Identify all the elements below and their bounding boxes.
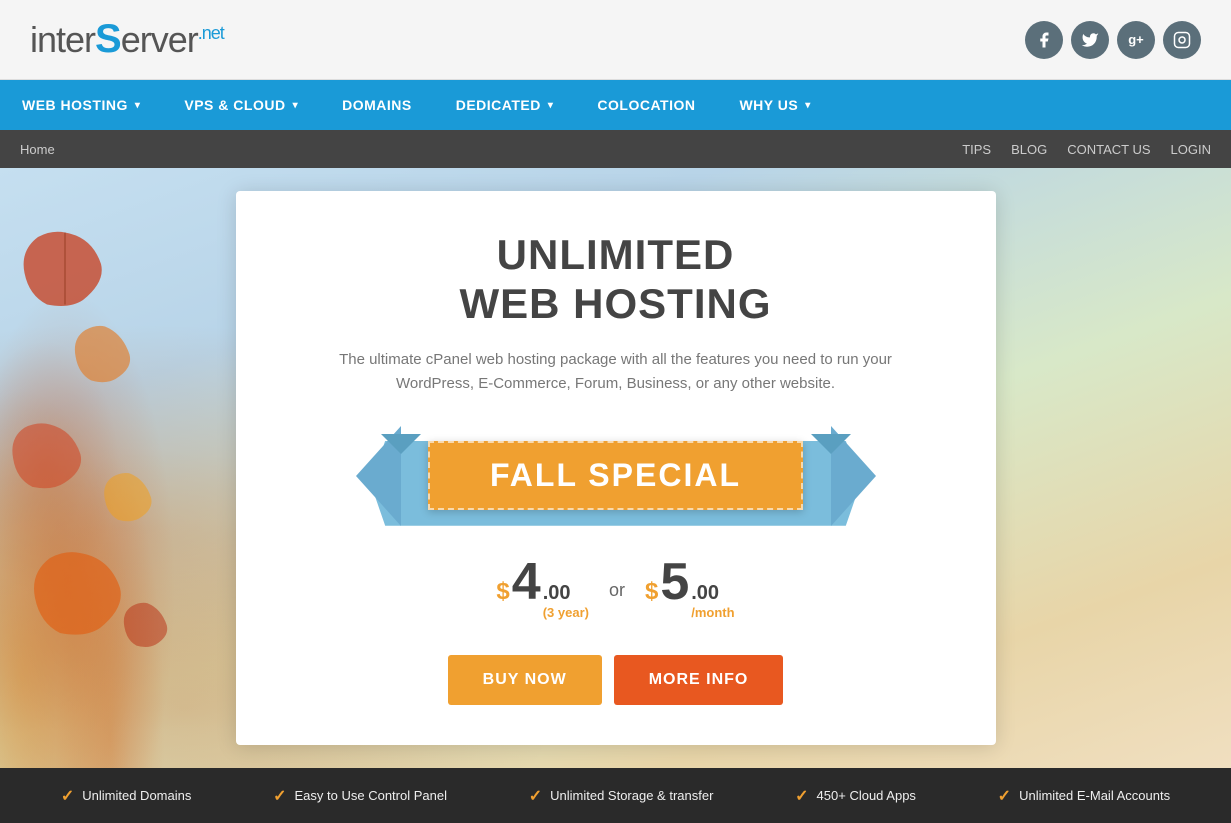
- nav-dedicated[interactable]: DEDICATED ▾: [434, 80, 576, 130]
- instagram-icon[interactable]: [1163, 21, 1201, 59]
- nav-web-hosting[interactable]: WEB HOSTING ▾: [0, 80, 162, 130]
- feature-cloud-apps: ✓ 450+ Cloud Apps: [795, 786, 916, 806]
- logo-erver: erver: [121, 19, 198, 60]
- logo[interactable]: interServer.net: [30, 17, 224, 62]
- check-icon: ✓: [795, 786, 808, 806]
- logo-s: S: [95, 17, 121, 61]
- price-monthly: $ 5 .00 /month: [645, 556, 735, 625]
- fall-special-text: FALL SPECIAL: [428, 441, 803, 510]
- card-title: UNLIMITED WEB HOSTING: [286, 231, 946, 328]
- blog-link[interactable]: BLOG: [1011, 142, 1047, 157]
- card-subtitle: The ultimate cPanel web hosting package …: [306, 348, 926, 396]
- price2-dollar: $: [645, 580, 658, 604]
- feature-control-panel: ✓ Easy to Use Control Panel: [273, 786, 447, 806]
- logo-net: .net: [198, 23, 224, 43]
- contact-us-link[interactable]: CONTACT US: [1067, 142, 1150, 157]
- price-3year: $ 4 .00 (3 year): [496, 556, 589, 625]
- header: interServer.net g+: [0, 0, 1231, 80]
- nav-colocation[interactable]: COLOCATION: [575, 80, 717, 130]
- more-info-button[interactable]: MORE INFO: [614, 655, 784, 705]
- breadcrumb-bar: Home TIPS BLOG CONTACT US LOGIN: [0, 130, 1231, 168]
- chevron-down-icon: ▾: [805, 100, 811, 111]
- price1-detail: .00 (3 year): [543, 582, 589, 625]
- price1-dollar: $: [496, 580, 509, 604]
- main-nav: WEB HOSTING ▾ VPS & CLOUD ▾ DOMAINS DEDI…: [0, 80, 1231, 130]
- chevron-down-icon: ▾: [293, 100, 299, 111]
- nav-why-us[interactable]: WHY US ▾: [717, 80, 832, 130]
- price1-amount: 4: [512, 556, 541, 608]
- feature-unlimited-domains: ✓ Unlimited Domains: [61, 786, 192, 806]
- hero-section: UNLIMITED WEB HOSTING The ultimate cPane…: [0, 168, 1231, 768]
- feature-label: Easy to Use Control Panel: [295, 788, 447, 803]
- login-link[interactable]: LOGIN: [1171, 142, 1211, 157]
- cta-buttons: BUY NOW MORE INFO: [286, 655, 946, 705]
- social-icons: g+: [1025, 21, 1201, 59]
- check-icon: ✓: [998, 786, 1011, 806]
- buy-now-button[interactable]: BUY NOW: [448, 655, 602, 705]
- check-icon: ✓: [61, 786, 74, 806]
- feature-label: Unlimited E-Mail Accounts: [1019, 788, 1170, 803]
- tips-link[interactable]: TIPS: [962, 142, 991, 157]
- chevron-down-icon: ▾: [548, 100, 554, 111]
- price-or: or: [609, 580, 625, 601]
- feature-label: 450+ Cloud Apps: [817, 788, 916, 803]
- chevron-down-icon: ▾: [135, 100, 141, 111]
- check-icon: ✓: [273, 786, 286, 806]
- nav-vps-cloud[interactable]: VPS & CLOUD ▾: [162, 80, 320, 130]
- breadcrumb-home[interactable]: Home: [20, 142, 55, 157]
- features-bar: ✓ Unlimited Domains ✓ Easy to Use Contro…: [0, 768, 1231, 823]
- check-icon: ✓: [529, 786, 542, 806]
- feature-unlimited-storage: ✓ Unlimited Storage & transfer: [529, 786, 714, 806]
- breadcrumb-links: TIPS BLOG CONTACT US LOGIN: [962, 142, 1211, 157]
- pricing-card: UNLIMITED WEB HOSTING The ultimate cPane…: [236, 191, 996, 745]
- twitter-icon[interactable]: [1071, 21, 1109, 59]
- pricing-section: $ 4 .00 (3 year) or $ 5 .00 /month: [286, 556, 946, 625]
- feature-label: Unlimited Domains: [82, 788, 191, 803]
- feature-email-accounts: ✓ Unlimited E-Mail Accounts: [998, 786, 1170, 806]
- google-plus-icon[interactable]: g+: [1117, 21, 1155, 59]
- feature-label: Unlimited Storage & transfer: [550, 788, 713, 803]
- facebook-icon[interactable]: [1025, 21, 1063, 59]
- fall-special-banner: FALL SPECIAL: [356, 426, 876, 526]
- logo-inter: inter: [30, 19, 95, 60]
- nav-domains[interactable]: DOMAINS: [320, 80, 434, 130]
- price2-detail: .00 /month: [691, 582, 734, 625]
- price2-amount: 5: [660, 556, 689, 608]
